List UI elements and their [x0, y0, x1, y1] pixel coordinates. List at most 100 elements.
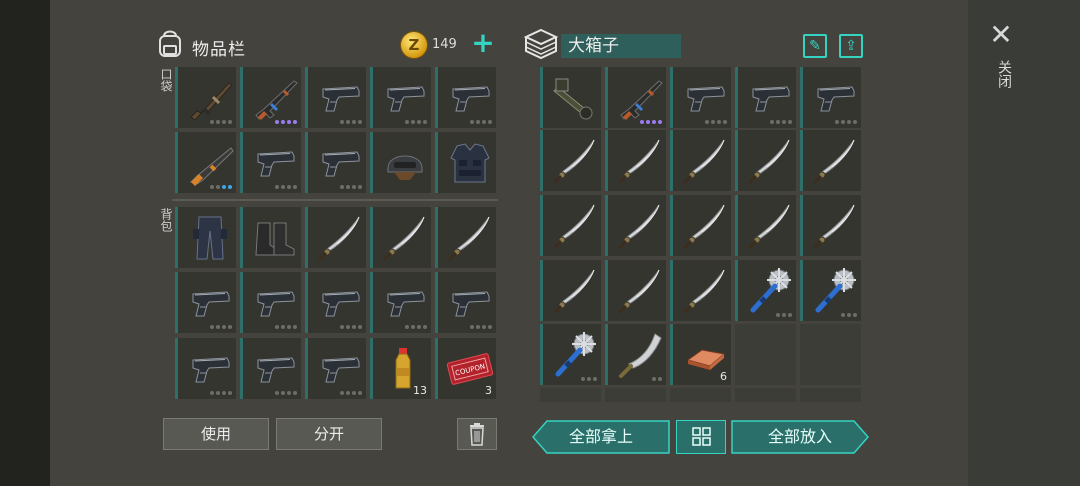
- coin-icon: Z: [401, 32, 427, 58]
- inventory-slot[interactable]: [240, 67, 301, 128]
- katana-icon: [380, 213, 430, 263]
- rifle-icon: [185, 73, 235, 123]
- container-slot[interactable]: 6: [670, 324, 731, 385]
- container-slot[interactable]: [670, 260, 731, 321]
- pistol-icon: [250, 344, 300, 394]
- inventory-slot[interactable]: [370, 207, 431, 268]
- inventory-slot[interactable]: [175, 272, 236, 333]
- inventory-slot[interactable]: [435, 272, 496, 333]
- inventory-slot[interactable]: [370, 67, 431, 128]
- inventory-slot[interactable]: [435, 207, 496, 268]
- split-button[interactable]: 分开: [276, 418, 382, 450]
- katana-icon: [745, 136, 795, 186]
- rename-button[interactable]: ✎: [803, 34, 827, 58]
- container-slot[interactable]: [605, 324, 666, 385]
- inventory-slot[interactable]: [305, 207, 366, 268]
- pistol-icon: [810, 73, 860, 123]
- mace-icon: [550, 330, 600, 380]
- inventory-slot[interactable]: [435, 132, 496, 193]
- katana-icon: [315, 213, 365, 263]
- container-name-field[interactable]: 大箱子: [561, 34, 681, 58]
- katana-icon: [810, 136, 860, 186]
- katana-icon: [615, 136, 665, 186]
- inventory-slot[interactable]: [305, 272, 366, 333]
- container-slot[interactable]: [735, 260, 796, 321]
- item-count: 13: [413, 384, 427, 397]
- take-all-button[interactable]: 全部拿上: [532, 420, 670, 454]
- container-slot[interactable]: [735, 130, 796, 191]
- inventory-slot[interactable]: [435, 67, 496, 128]
- pistol-icon: [445, 278, 495, 328]
- assault-rifle-icon: [615, 73, 665, 123]
- inventory-slot[interactable]: [175, 67, 236, 128]
- put-all-button[interactable]: 全部放入: [731, 420, 869, 454]
- helmet-icon: [380, 138, 430, 188]
- vest-icon: [445, 138, 495, 188]
- container-slot[interactable]: [735, 67, 796, 128]
- container-slot[interactable]: [540, 324, 601, 385]
- pistol-icon: [745, 73, 795, 123]
- add-coins-button[interactable]: +: [470, 29, 496, 58]
- assault-rifle-icon: [250, 73, 300, 123]
- box-icon: [523, 28, 559, 60]
- inventory-slot[interactable]: [305, 132, 366, 193]
- inventory-slot[interactable]: [240, 132, 301, 193]
- upload-button[interactable]: ⇪: [839, 34, 863, 58]
- inventory-slot[interactable]: [370, 272, 431, 333]
- inventory-slot[interactable]: [175, 338, 236, 399]
- right-sidebar: [968, 0, 1080, 486]
- pistol-icon: [380, 73, 430, 123]
- container-slot-empty[interactable]: [800, 388, 861, 402]
- container-slot-empty[interactable]: [670, 388, 731, 402]
- katana-icon: [550, 136, 600, 186]
- inventory-slot[interactable]: [240, 207, 301, 268]
- container-slot[interactable]: [605, 67, 666, 128]
- container-slot-empty[interactable]: [800, 324, 861, 385]
- container-slot[interactable]: [540, 130, 601, 191]
- close-label[interactable]: 关闭: [988, 60, 1014, 88]
- container-slot[interactable]: [670, 67, 731, 128]
- container-slot[interactable]: [800, 195, 861, 256]
- pistol-icon: [185, 278, 235, 328]
- container-slot[interactable]: [540, 195, 601, 256]
- container-slot[interactable]: [670, 195, 731, 256]
- container-slot[interactable]: [605, 195, 666, 256]
- inventory-slot[interactable]: [305, 67, 366, 128]
- container-slot[interactable]: [735, 195, 796, 256]
- inventory-slot[interactable]: 13: [370, 338, 431, 399]
- container-slot-empty[interactable]: [540, 388, 601, 402]
- trash-button[interactable]: [457, 418, 497, 450]
- container-slot[interactable]: [605, 260, 666, 321]
- inventory-slot[interactable]: [240, 272, 301, 333]
- inventory-slot[interactable]: [175, 132, 236, 193]
- item-count: 6: [720, 370, 727, 383]
- container-slot[interactable]: [800, 260, 861, 321]
- container-slot-empty[interactable]: [735, 388, 796, 402]
- container-slot[interactable]: [670, 130, 731, 191]
- container-slot[interactable]: [800, 67, 861, 128]
- pocket-label: 口袋: [159, 68, 173, 92]
- katana-icon: [810, 201, 860, 251]
- container-slot[interactable]: [605, 130, 666, 191]
- container-slot[interactable]: [540, 260, 601, 321]
- inventory-slot[interactable]: 3: [435, 338, 496, 399]
- machete-icon: [615, 330, 665, 380]
- pistol-icon: [315, 278, 365, 328]
- item-count: 3: [485, 384, 492, 397]
- container-slot[interactable]: [540, 67, 601, 128]
- inventory-slot[interactable]: [240, 338, 301, 399]
- pistol-icon: [250, 138, 300, 188]
- inventory-slot[interactable]: [370, 132, 431, 193]
- inventory-slot[interactable]: [175, 207, 236, 268]
- trash-icon: [470, 423, 484, 446]
- inventory-slot[interactable]: [305, 338, 366, 399]
- container-slot-empty[interactable]: [735, 324, 796, 385]
- container-slot-empty[interactable]: [605, 388, 666, 402]
- launcher-icon: [550, 73, 600, 123]
- layout-toggle-button[interactable]: [676, 420, 726, 454]
- use-button[interactable]: 使用: [163, 418, 269, 450]
- container-slot[interactable]: [800, 130, 861, 191]
- close-icon[interactable]: ✕: [988, 21, 1014, 49]
- bag-label: 背包: [159, 208, 173, 232]
- pants-icon: [185, 213, 235, 263]
